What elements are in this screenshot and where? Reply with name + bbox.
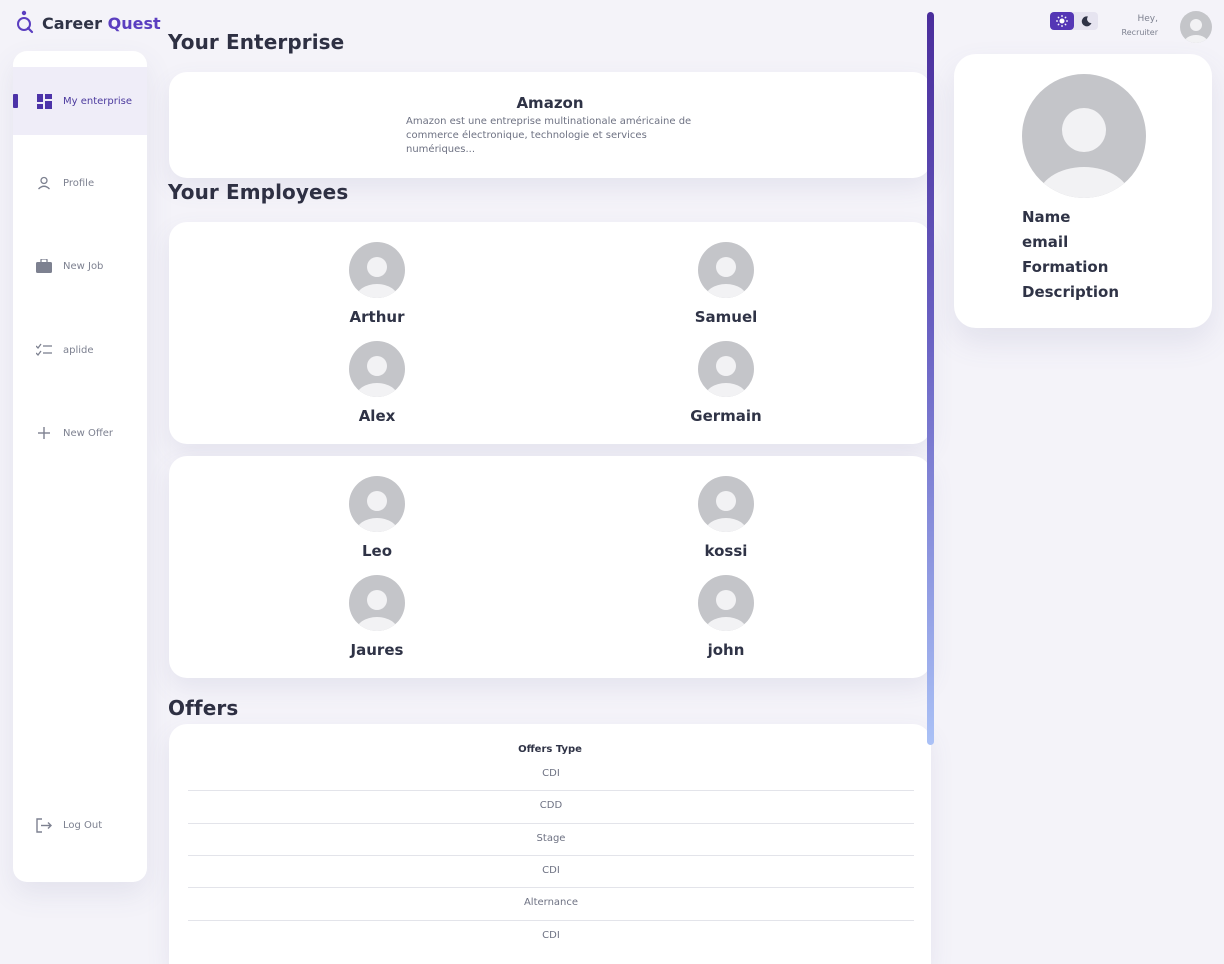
row-divider	[188, 887, 914, 888]
profile-avatar-icon	[1022, 74, 1146, 198]
row-divider	[188, 823, 914, 824]
moon-icon[interactable]	[1074, 12, 1098, 30]
avatar-icon	[349, 575, 405, 631]
main-scrollbar[interactable]	[927, 12, 934, 745]
employees-section-title: Your Employees	[168, 180, 349, 204]
dashboard-icon	[36, 93, 52, 109]
enterprise-name: Amazon	[516, 94, 584, 112]
user-role: Recruiter	[1121, 28, 1158, 37]
avatar-icon	[698, 575, 754, 631]
table-row[interactable]: CDI	[188, 768, 914, 779]
employee-group-card: Leo kossi Jaures john	[169, 456, 931, 678]
employee-item[interactable]: Alex	[317, 341, 437, 425]
employee-item[interactable]: john	[666, 575, 786, 659]
employee-name: Samuel	[694, 308, 758, 326]
avatar-icon	[349, 476, 405, 532]
sidebar-item-label: aplide	[63, 344, 94, 356]
avatar-icon	[349, 341, 405, 397]
greeting-text: Hey,	[1137, 14, 1159, 24]
sidebar-item-label: New Job	[63, 260, 104, 272]
logo-icon	[17, 10, 34, 34]
briefcase-icon	[36, 258, 52, 274]
brand-name: Career Quest	[42, 13, 161, 33]
row-divider	[188, 790, 914, 791]
profile-card: Name email Formation Description	[954, 54, 1212, 328]
profile-formation-field: Formation	[1022, 258, 1109, 276]
user-greeting: Hey, Recruiter	[1100, 12, 1158, 40]
employee-name: Jaures	[350, 641, 404, 659]
enterprise-section-title: Your Enterprise	[168, 30, 345, 54]
avatar-icon	[698, 242, 754, 298]
offers-column-header: Offers Type	[518, 744, 582, 755]
employee-name: john	[707, 641, 745, 659]
avatar-icon	[698, 476, 754, 532]
table-row[interactable]: CDI	[188, 865, 914, 876]
profile-description-field: Description	[1022, 283, 1120, 301]
logout-label: Log Out	[63, 819, 103, 831]
employee-group-card: Arthur Samuel Alex Germain	[169, 222, 931, 444]
plus-icon	[36, 425, 52, 441]
enterprise-description: Amazon est une entreprise multinationale…	[406, 116, 692, 155]
sun-icon[interactable]	[1050, 12, 1074, 30]
employee-name: Leo	[361, 542, 393, 560]
table-row[interactable]: CDD	[188, 800, 914, 811]
sidebar-item-my-enterprise[interactable]: My enterprise	[13, 67, 147, 135]
employee-name: Alex	[358, 407, 396, 425]
employee-name: Germain	[690, 407, 762, 425]
row-divider	[188, 855, 914, 856]
sidebar-item-aplide[interactable]: aplide	[13, 316, 147, 384]
offers-table: Offers Type CDI CDD Stage CDI Alternance…	[169, 724, 931, 964]
employee-item[interactable]: kossi	[666, 476, 786, 560]
user-icon	[36, 175, 52, 191]
row-divider	[188, 920, 914, 921]
profile-email-field: email	[1022, 233, 1069, 251]
sidebar-item-profile[interactable]: Profile	[13, 149, 147, 217]
enterprise-card[interactable]: Amazon Amazon est une entreprise multina…	[169, 72, 931, 178]
theme-toggle[interactable]	[1050, 12, 1098, 30]
employee-name: Arthur	[349, 308, 405, 326]
sidebar-item-new-offer[interactable]: New Offer	[13, 399, 147, 467]
employee-item[interactable]: Arthur	[317, 242, 437, 326]
sidebar-item-label: New Offer	[63, 427, 114, 439]
avatar-icon	[698, 341, 754, 397]
logout-icon	[36, 817, 52, 833]
user-avatar-icon[interactable]	[1180, 11, 1212, 43]
employee-item[interactable]: Leo	[317, 476, 437, 560]
app-logo[interactable]: Career Quest	[14, 10, 161, 36]
table-row[interactable]: Alternance	[188, 897, 914, 908]
checklist-icon	[36, 342, 52, 358]
table-row[interactable]: Stage	[188, 833, 914, 844]
sidebar-item-new-job[interactable]: New Job	[13, 232, 147, 300]
employee-item[interactable]: Germain	[666, 341, 786, 425]
sidebar-item-label: My enterprise	[63, 95, 132, 107]
employee-item[interactable]: Jaures	[317, 575, 437, 659]
logout-button[interactable]: Log Out	[13, 791, 147, 859]
sidebar-item-label: Profile	[63, 177, 95, 189]
sidebar: My enterprise Profile New Job aplide New…	[13, 51, 147, 882]
employee-name: kossi	[704, 542, 748, 560]
offers-section-title: Offers	[168, 696, 239, 720]
avatar-icon	[349, 242, 405, 298]
employee-item[interactable]: Samuel	[666, 242, 786, 326]
profile-name-field: Name	[1022, 208, 1071, 226]
